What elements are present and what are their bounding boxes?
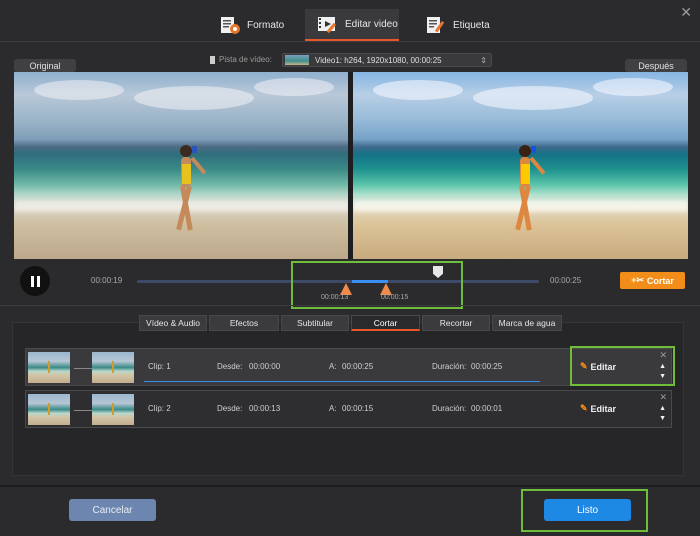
highlight-box-timeline: [291, 261, 463, 309]
original-video-preview: [14, 72, 349, 259]
clip-from-label: Desde:: [217, 404, 243, 413]
clip-start-thumbnail: [28, 352, 70, 383]
clip-to-value: 00:00:25: [342, 362, 374, 371]
clip-from-label: Desde:: [217, 362, 243, 371]
move-up-icon[interactable]: ▲: [659, 405, 666, 412]
tab-recortar[interactable]: Recortar: [422, 315, 490, 331]
person-figure: [176, 145, 206, 231]
tab-cortar[interactable]: Cortar: [351, 315, 420, 331]
clip-duration-label: Duración:: [432, 404, 467, 413]
footer-divider: [0, 485, 700, 487]
cancel-button[interactable]: Cancelar: [69, 499, 156, 521]
original-label: Original: [14, 59, 76, 72]
tab-editar-video[interactable]: Editar video: [305, 9, 399, 41]
clip-end-thumbnail: [92, 394, 134, 425]
edit-clip-button[interactable]: ✎ Editar: [580, 403, 616, 414]
clip-progress-line: [144, 381, 540, 382]
after-video-preview: [353, 72, 688, 259]
tag-icon: [427, 17, 445, 33]
clip-duration-label: Duración:: [432, 362, 467, 371]
clip-number: Clip: 1: [148, 362, 171, 371]
person-figure: [515, 145, 545, 231]
clip-to-label: A:: [329, 404, 337, 413]
clip-duration-value: 00:00:25: [471, 362, 503, 371]
edit-video-icon: [318, 17, 336, 34]
pause-button[interactable]: [20, 266, 50, 296]
tab-editar-video-label: Editar video: [345, 18, 398, 30]
total-time: 00:00:25: [550, 276, 582, 285]
pause-icon-bar: [36, 275, 40, 287]
clip-end-thumbnail: [92, 352, 134, 383]
highlight-box-edit: [570, 346, 675, 386]
divider: [0, 305, 700, 306]
video-track-label-text: Pista de vídeo:: [219, 55, 272, 64]
tab-etiqueta-label: Etiqueta: [453, 19, 490, 31]
clip-duration-value: 00:00:01: [471, 404, 503, 413]
tab-marca-de-agua[interactable]: Marca de agua: [492, 315, 562, 331]
highlight-box-done: [521, 489, 648, 532]
chevron-updown-icon: ⇕: [480, 55, 487, 65]
thumbnail-connector: [74, 410, 92, 411]
clip-from-value: 00:00:00: [249, 362, 281, 371]
tab-formato-label: Formato: [247, 19, 285, 31]
video-track-value: Video1: h264, 1920x1080, 00:00:25: [315, 55, 442, 65]
remove-clip-icon[interactable]: ✕: [659, 392, 667, 403]
clip-row[interactable]: Clip: 2 Desde: 00:00:13 A: 00:00:15 Dura…: [25, 390, 672, 428]
pause-icon: [30, 275, 34, 287]
clip-from-value: 00:00:13: [249, 404, 281, 413]
current-time: 00:00:19: [91, 276, 123, 285]
tab-efectos[interactable]: Efectos: [209, 315, 279, 331]
thumbnail-connector: [74, 368, 92, 369]
tab-etiqueta[interactable]: Etiqueta: [425, 9, 490, 41]
close-icon[interactable]: ✕: [680, 4, 692, 21]
format-icon: [221, 17, 240, 34]
pencil-icon: ✎: [580, 403, 588, 413]
clip-start-thumbnail: [28, 394, 70, 425]
tab-formato[interactable]: Formato: [219, 9, 284, 41]
move-down-icon[interactable]: ▼: [659, 415, 666, 422]
clip-number: Clip: 2: [148, 404, 171, 413]
track-thumbnail: [285, 55, 309, 65]
cut-button-label: Cortar: [646, 275, 674, 286]
tab-video-audio[interactable]: Vídeo & Audio: [139, 315, 207, 331]
clip-to-label: A:: [329, 362, 337, 371]
after-label: Después: [625, 59, 687, 72]
scissors-icon: +✂: [631, 275, 644, 285]
cut-button[interactable]: +✂ Cortar: [620, 272, 685, 289]
video-track-select[interactable]: Video1: h264, 1920x1080, 00:00:25 ⇕: [282, 53, 492, 67]
film-icon: [210, 55, 215, 64]
video-track-label: Pista de vídeo:: [210, 55, 272, 64]
edit-clip-label: Editar: [590, 403, 617, 414]
tab-subtitular[interactable]: Subtitular: [281, 315, 349, 331]
clip-to-value: 00:00:15: [342, 404, 374, 413]
